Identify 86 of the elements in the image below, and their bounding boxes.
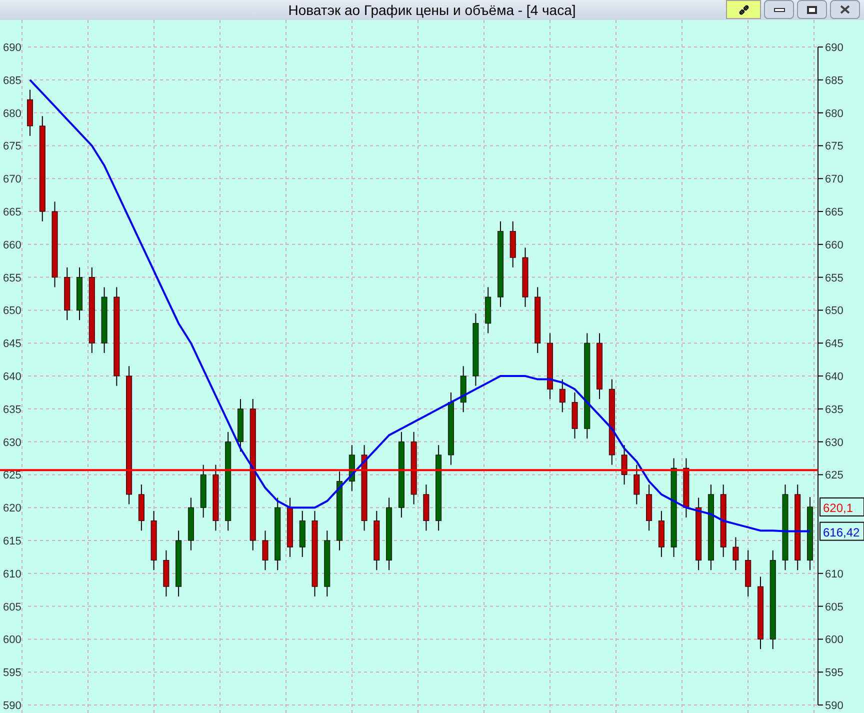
axis-label: 605 [3, 601, 22, 614]
axis-label: 655 [825, 272, 844, 284]
candle [138, 484, 144, 532]
axis-label: 615 [3, 536, 22, 548]
candle [522, 247, 528, 308]
axis-label: 590 [825, 700, 844, 712]
axis-label: 630 [825, 436, 844, 449]
candle [348, 444, 355, 492]
axis-label: 625 [825, 470, 844, 482]
axis-label: 620 [3, 502, 22, 515]
axis-label: 675 [3, 140, 22, 153]
axis-label: 660 [825, 239, 844, 252]
minimize-icon [774, 8, 784, 12]
axis-label: 680 [3, 108, 22, 120]
candle [510, 220, 516, 268]
candle [547, 332, 553, 400]
axis-label: 595 [825, 667, 844, 680]
axis-label: 690 [3, 42, 22, 54]
candle [76, 266, 83, 321]
axis-label: 650 [825, 305, 844, 318]
axis-label: 665 [3, 206, 22, 218]
candle [732, 536, 739, 571]
axis-label: 610 [825, 568, 844, 580]
axis-label: 690 [825, 42, 844, 54]
candle [460, 366, 466, 413]
candle [485, 286, 492, 334]
axis-label: 685 [825, 74, 844, 87]
axis-label: 590 [3, 700, 22, 712]
candle [559, 378, 566, 413]
axis-label: 600 [3, 634, 22, 646]
axis-label: 660 [3, 239, 22, 252]
candle [64, 266, 70, 321]
axis-label: 635 [825, 404, 844, 416]
candle [237, 398, 244, 452]
candle [658, 510, 664, 558]
candle [299, 510, 306, 558]
axis-label: 610 [3, 568, 22, 580]
candle [150, 510, 157, 571]
axis-label: 645 [825, 338, 844, 350]
axis-label: 670 [825, 174, 844, 186]
price-label: 620,1 [820, 497, 864, 516]
candle [27, 89, 33, 136]
candle [596, 332, 603, 400]
close-icon [840, 5, 850, 14]
candle [634, 464, 640, 505]
window-title: Новатэк ао График цены и объёма - [4 часа] [288, 1, 576, 20]
candle [534, 286, 541, 354]
minimize-button[interactable] [764, 0, 794, 19]
price-label: 616,42 [820, 522, 864, 541]
axis-label: 640 [825, 371, 844, 383]
candle [188, 497, 194, 551]
candle [262, 530, 268, 571]
candle [423, 484, 430, 532]
candle [745, 550, 752, 597]
axis-label: 675 [825, 140, 844, 153]
candle [324, 530, 330, 597]
axis-label: 605 [825, 601, 844, 614]
candle [683, 458, 690, 518]
candle [212, 464, 219, 532]
candle [176, 530, 182, 597]
axis-label: 600 [825, 634, 844, 646]
axis-label: 650 [3, 305, 22, 318]
axis-label: 640 [3, 371, 22, 383]
axis-label: 625 [3, 470, 22, 482]
axis-label: 680 [825, 108, 844, 120]
candle [101, 286, 108, 354]
candle [646, 484, 652, 532]
axis-label: 630 [3, 436, 22, 449]
candle [572, 392, 578, 439]
candle [374, 510, 380, 571]
candle [163, 550, 170, 597]
maximize-button[interactable] [797, 0, 827, 19]
link-icon [738, 4, 750, 16]
link-button[interactable] [726, 0, 761, 19]
axis-label: 645 [3, 338, 22, 350]
candle [200, 464, 206, 518]
axis-label: 670 [3, 174, 22, 186]
axis-label: 665 [825, 206, 844, 218]
close-button[interactable] [830, 0, 860, 19]
candle [287, 497, 293, 558]
maximize-icon [807, 6, 817, 14]
axis-label: 685 [3, 74, 22, 87]
candle [621, 444, 628, 486]
axis-label: 635 [3, 404, 22, 416]
axis-label: 655 [3, 272, 22, 284]
axis-label: 595 [3, 667, 22, 680]
